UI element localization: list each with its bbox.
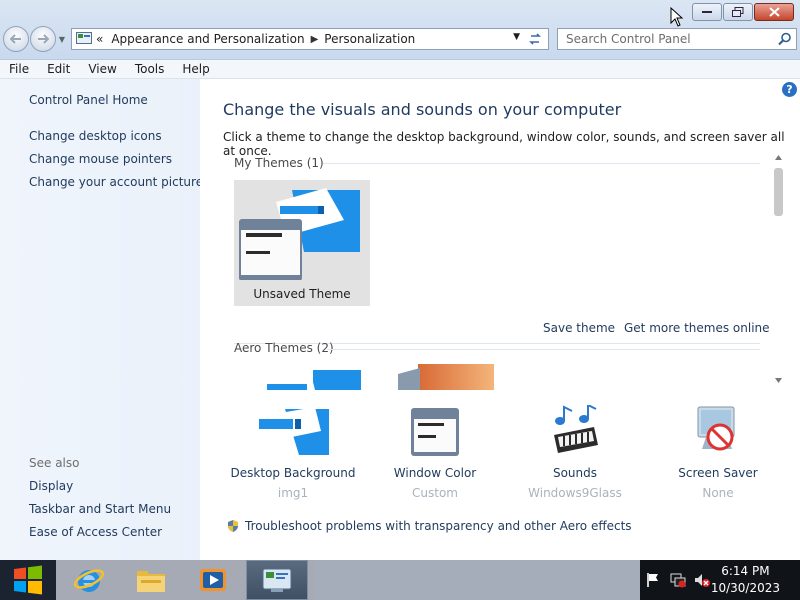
display-link[interactable]: Display <box>29 479 73 493</box>
system-tray: 6:14 PM 10/30/2023 <box>640 560 800 600</box>
window-color-setting[interactable]: Window Color Custom <box>365 405 505 500</box>
troubleshoot-label: Troubleshoot problems with transparency … <box>245 519 632 533</box>
breadcrumb-overflow[interactable]: « <box>96 32 103 46</box>
clock-time: 6:14 PM <box>721 564 770 578</box>
main-content: ? Change the visuals and sounds on your … <box>200 79 800 560</box>
theme-preview-image <box>239 188 360 281</box>
control-panel-icon <box>76 32 92 44</box>
window-controls <box>691 3 794 21</box>
theme-settings-bar: Desktop Background img1 Window Color Cus… <box>200 403 800 505</box>
taskbar-internet-explorer[interactable] <box>58 560 120 600</box>
divider <box>327 349 760 350</box>
menu-bar: File Edit View Tools Help <box>0 60 800 79</box>
sounds-setting[interactable]: Sounds Windows9Glass <box>505 403 645 500</box>
minimize-button[interactable] <box>692 3 722 21</box>
menu-edit[interactable]: Edit <box>38 62 79 76</box>
start-button[interactable] <box>0 560 56 600</box>
desktop-background-value: img1 <box>277 486 309 500</box>
desktop-background-setting[interactable]: Desktop Background img1 <box>223 405 363 500</box>
network-icon[interactable] <box>670 572 686 588</box>
window-color-label: Window Color <box>393 466 477 480</box>
media-player-icon <box>200 569 226 591</box>
sounds-label: Sounds <box>552 466 598 480</box>
address-dropdown-icon[interactable]: ▼ <box>513 32 520 42</box>
landscape-theme-preview[interactable] <box>398 364 494 390</box>
navigation-buttons: ▼ <box>3 26 67 52</box>
sounds-value: Windows9Glass <box>528 486 622 500</box>
action-center-flag-icon[interactable] <box>646 572 660 588</box>
troubleshoot-link[interactable]: Troubleshoot problems with transparency … <box>226 519 632 533</box>
menu-view[interactable]: View <box>79 62 125 76</box>
control-panel-icon <box>262 568 292 592</box>
close-button[interactable] <box>754 3 794 21</box>
get-more-themes-link[interactable]: Get more themes online <box>624 321 770 335</box>
breadcrumb-appearance[interactable]: Appearance and Personalization <box>111 32 304 46</box>
screen-saver-icon <box>697 406 735 451</box>
desktop-background-icon <box>257 407 329 455</box>
clock-date: 10/30/2023 <box>710 581 780 595</box>
breadcrumb-separator-icon[interactable]: ▶ <box>311 34 319 45</box>
aero-theme-preview[interactable] <box>253 370 363 390</box>
clock[interactable]: 6:14 PM 10/30/2023 <box>711 563 780 597</box>
save-theme-link[interactable]: Save theme <box>543 321 615 335</box>
screen-saver-setting[interactable]: Screen Saver None <box>648 405 788 500</box>
taskbar-empty-area <box>314 560 640 600</box>
window-color-value: Custom <box>412 486 458 500</box>
change-mouse-pointers-link[interactable]: Change mouse pointers <box>29 152 172 166</box>
see-also-heading: See also <box>29 456 80 470</box>
volume-muted-icon[interactable] <box>694 572 710 588</box>
theme-list-scrollbar[interactable] <box>774 152 783 390</box>
taskbar-control-panel[interactable] <box>246 560 308 600</box>
back-button[interactable] <box>3 26 29 52</box>
mouse-cursor-icon <box>670 7 684 27</box>
search-placeholder: Search Control Panel <box>566 32 691 46</box>
menu-help[interactable]: Help <box>173 62 218 76</box>
search-icon[interactable] <box>778 32 792 46</box>
breadcrumb-personalization[interactable]: Personalization <box>324 32 415 46</box>
taskbar-start-menu-link[interactable]: Taskbar and Start Menu <box>29 502 171 516</box>
left-navigation-pane: Control Panel Home Change desktop icons … <box>0 79 203 560</box>
window-color-icon <box>411 408 459 456</box>
refresh-icon <box>529 33 541 45</box>
page-title: Change the visuals and sounds on your co… <box>223 100 622 119</box>
restore-button[interactable] <box>723 3 753 21</box>
aero-themes-header: Aero Themes (2) <box>234 341 334 355</box>
desktop-background-label: Desktop Background <box>230 466 356 480</box>
help-icon[interactable]: ? <box>782 82 797 97</box>
taskbar-media-player[interactable] <box>182 560 244 600</box>
forward-arrow-icon <box>38 34 49 44</box>
change-account-picture-link[interactable]: Change your account picture <box>29 175 203 189</box>
taskbar: 6:14 PM 10/30/2023 <box>0 560 800 600</box>
address-bar[interactable]: « Appearance and Personalization ▶ Perso… <box>71 28 549 50</box>
theme-unsaved[interactable]: Unsaved Theme <box>234 180 370 306</box>
screen-saver-label: Screen Saver <box>678 466 758 480</box>
ease-of-access-link[interactable]: Ease of Access Center <box>29 525 162 539</box>
menu-file[interactable]: File <box>0 62 38 76</box>
search-input[interactable]: Search Control Panel <box>557 28 797 50</box>
back-arrow-icon <box>10 34 21 44</box>
my-themes-header: My Themes (1) <box>234 156 324 170</box>
sounds-icon <box>554 403 598 453</box>
folder-icon <box>137 571 165 592</box>
change-desktop-icons-link[interactable]: Change desktop icons <box>29 129 162 143</box>
shield-icon <box>228 520 238 532</box>
divider <box>323 163 760 164</box>
control-panel-home-link[interactable]: Control Panel Home <box>29 93 148 107</box>
menu-tools[interactable]: Tools <box>126 62 174 76</box>
refresh-button[interactable] <box>526 30 544 48</box>
theme-list: My Themes (1) Unsaved Theme Save theme G… <box>223 152 786 390</box>
theme-unsaved-label: Unsaved Theme <box>253 287 351 301</box>
internet-explorer-icon <box>73 569 105 592</box>
screen-saver-value: None <box>702 486 734 500</box>
recent-pages-dropdown[interactable]: ▼ <box>57 26 67 52</box>
taskbar-file-explorer[interactable] <box>120 560 182 600</box>
forward-button[interactable] <box>30 26 56 52</box>
windows-logo-icon <box>14 565 42 595</box>
